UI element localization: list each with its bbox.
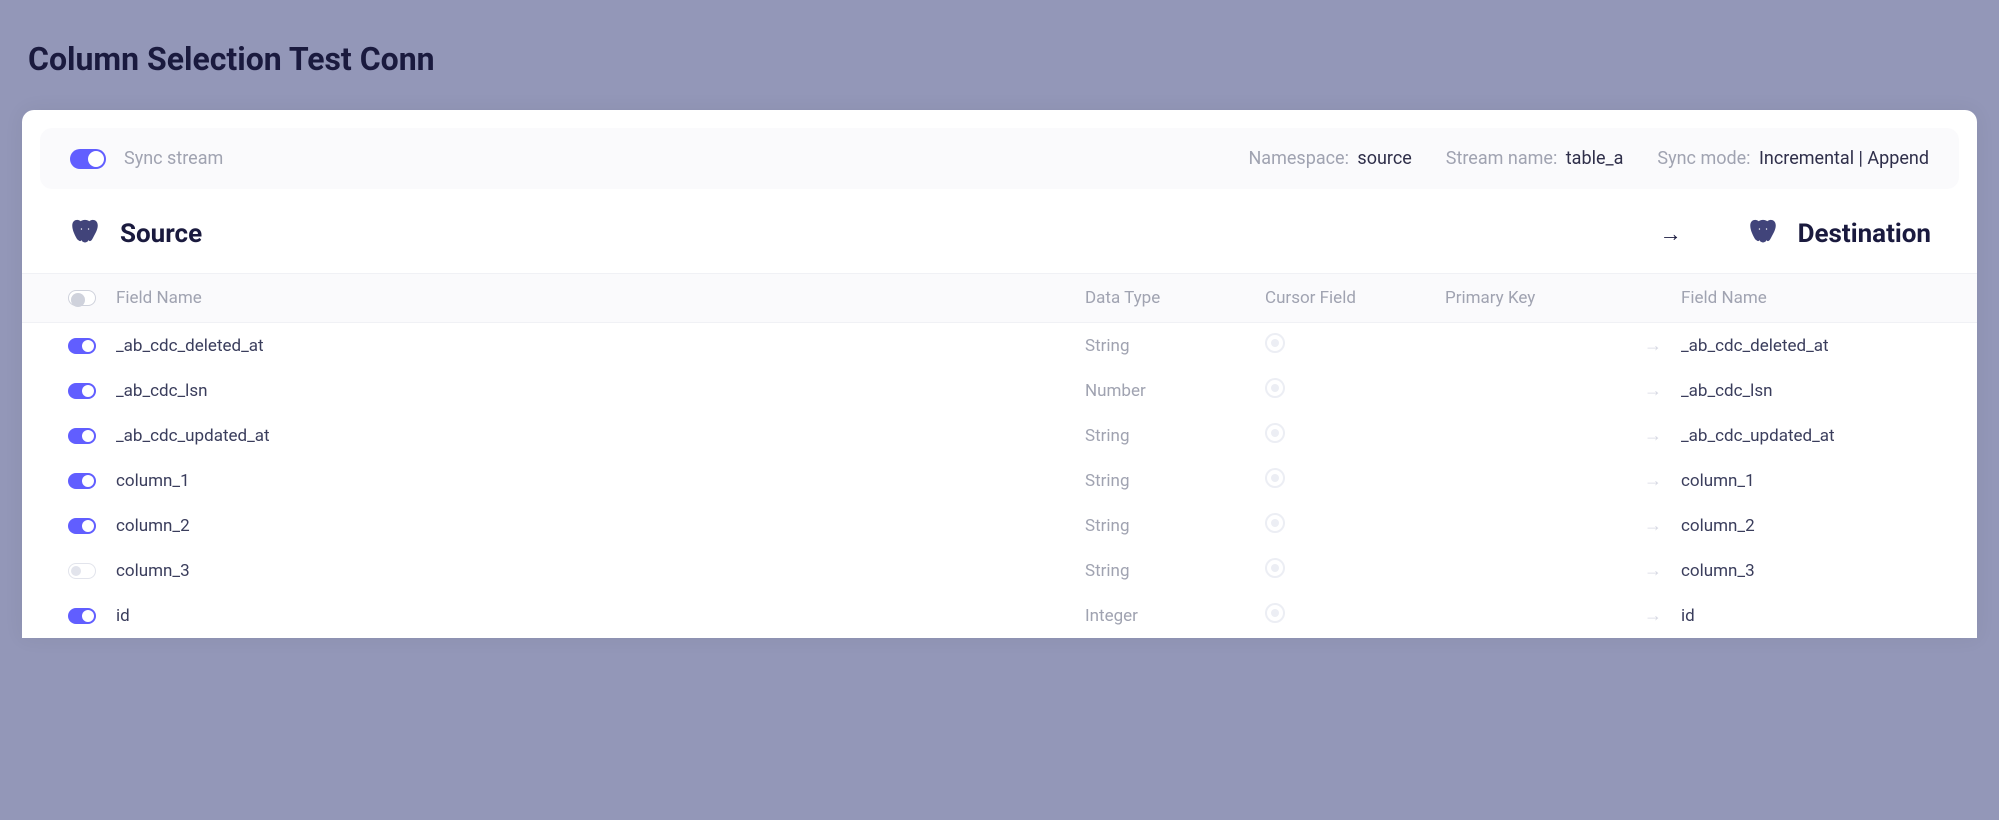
header-dest-field-name: Field Name bbox=[1681, 288, 1931, 308]
cursor-radio[interactable] bbox=[1265, 333, 1285, 353]
data-type: String bbox=[1085, 516, 1265, 536]
destination-title: Destination bbox=[1798, 219, 1931, 249]
data-type: Number bbox=[1085, 381, 1265, 401]
arrow-right-icon: → bbox=[1625, 605, 1681, 626]
arrow-right-icon: → bbox=[1625, 380, 1681, 401]
section-headers: Source → Destination bbox=[22, 189, 1977, 273]
sync-mode-value: Incremental | Append bbox=[1759, 148, 1929, 169]
table-header: Field Name Data Type Cursor Field Primar… bbox=[22, 273, 1977, 323]
sync-stream-toggle[interactable] bbox=[70, 149, 106, 169]
data-type: String bbox=[1085, 471, 1265, 491]
destination-section: Destination bbox=[1746, 217, 1931, 251]
data-type: String bbox=[1085, 426, 1265, 446]
field-toggle[interactable] bbox=[68, 518, 96, 534]
arrow-right-icon: → bbox=[1625, 515, 1681, 536]
stream-name-value: table_a bbox=[1566, 148, 1624, 169]
source-field-name: _ab_cdc_updated_at bbox=[116, 426, 1085, 446]
sync-mode-label: Sync mode: bbox=[1657, 148, 1750, 169]
field-toggle[interactable] bbox=[68, 338, 96, 354]
stream-header: Sync stream Namespace: source Stream nam… bbox=[40, 128, 1959, 189]
sync-mode-meta: Sync mode: Incremental | Append bbox=[1657, 148, 1929, 169]
cursor-radio[interactable] bbox=[1265, 468, 1285, 488]
field-toggle[interactable] bbox=[68, 428, 96, 444]
sync-stream-label: Sync stream bbox=[124, 148, 223, 169]
table-row: _ab_cdc_lsn Number → _ab_cdc_lsn bbox=[22, 368, 1977, 413]
cursor-radio[interactable] bbox=[1265, 513, 1285, 533]
header-primary-key: Primary Key bbox=[1445, 288, 1625, 308]
header-cursor-field: Cursor Field bbox=[1265, 288, 1445, 308]
namespace-value: source bbox=[1357, 148, 1411, 169]
dest-field-name: _ab_cdc_deleted_at bbox=[1681, 336, 1931, 356]
arrow-right-icon: → bbox=[1625, 335, 1681, 356]
postgres-icon bbox=[1746, 217, 1780, 251]
stream-meta: Namespace: source Stream name: table_a S… bbox=[1248, 148, 1929, 169]
field-toggle[interactable] bbox=[68, 608, 96, 624]
dest-field-name: id bbox=[1681, 606, 1931, 626]
header-data-type: Data Type bbox=[1085, 288, 1265, 308]
stream-panel: Sync stream Namespace: source Stream nam… bbox=[22, 110, 1977, 638]
header-field-name: Field Name bbox=[116, 288, 1085, 308]
cursor-radio[interactable] bbox=[1265, 603, 1285, 623]
namespace-label: Namespace: bbox=[1248, 148, 1348, 169]
table-row: column_3 String → column_3 bbox=[22, 548, 1977, 593]
select-all-toggle[interactable] bbox=[68, 290, 96, 306]
source-field-name: _ab_cdc_deleted_at bbox=[116, 336, 1085, 356]
table-row: _ab_cdc_deleted_at String → _ab_cdc_dele… bbox=[22, 323, 1977, 368]
dest-field-name: column_1 bbox=[1681, 471, 1931, 491]
arrow-right-icon: → bbox=[1625, 560, 1681, 581]
source-field-name: column_1 bbox=[116, 471, 1085, 491]
table-row: id Integer → id bbox=[22, 593, 1977, 638]
source-field-name: id bbox=[116, 606, 1085, 626]
arrow-right-icon: → bbox=[1625, 470, 1681, 491]
field-toggle[interactable] bbox=[68, 563, 96, 579]
table-row: column_1 String → column_1 bbox=[22, 458, 1977, 503]
data-type: String bbox=[1085, 336, 1265, 356]
cursor-radio[interactable] bbox=[1265, 423, 1285, 443]
dest-field-name: _ab_cdc_lsn bbox=[1681, 381, 1931, 401]
table-row: _ab_cdc_updated_at String → _ab_cdc_upda… bbox=[22, 413, 1977, 458]
data-type: Integer bbox=[1085, 606, 1265, 626]
field-toggle[interactable] bbox=[68, 383, 96, 399]
stream-name-label: Stream name: bbox=[1446, 148, 1558, 169]
source-field-name: _ab_cdc_lsn bbox=[116, 381, 1085, 401]
dest-field-name: column_2 bbox=[1681, 516, 1931, 536]
cursor-radio[interactable] bbox=[1265, 558, 1285, 578]
field-toggle[interactable] bbox=[68, 473, 96, 489]
source-title: Source bbox=[120, 219, 202, 249]
cursor-radio[interactable] bbox=[1265, 378, 1285, 398]
arrow-right-icon: → bbox=[1625, 425, 1681, 446]
namespace-meta: Namespace: source bbox=[1248, 148, 1411, 169]
page-title: Column Selection Test Conn bbox=[0, 0, 1999, 78]
source-section: Source bbox=[68, 217, 202, 251]
data-type: String bbox=[1085, 561, 1265, 581]
source-field-name: column_3 bbox=[116, 561, 1085, 581]
stream-name-meta: Stream name: table_a bbox=[1446, 148, 1624, 169]
arrow-right-icon: → bbox=[1660, 221, 1682, 247]
postgres-icon bbox=[68, 217, 102, 251]
field-table: Field Name Data Type Cursor Field Primar… bbox=[22, 273, 1977, 638]
table-row: column_2 String → column_2 bbox=[22, 503, 1977, 548]
dest-field-name: column_3 bbox=[1681, 561, 1931, 581]
dest-field-name: _ab_cdc_updated_at bbox=[1681, 426, 1931, 446]
source-field-name: column_2 bbox=[116, 516, 1085, 536]
